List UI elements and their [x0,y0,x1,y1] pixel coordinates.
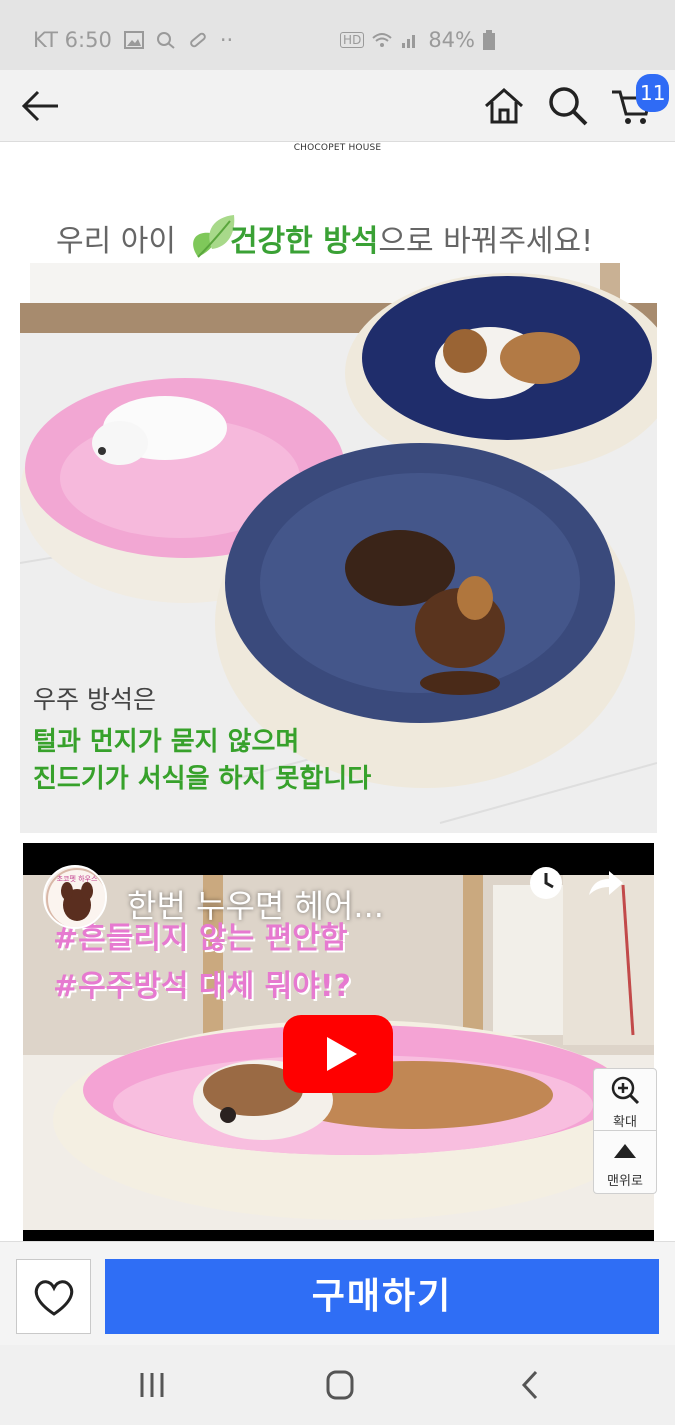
zoom-button[interactable]: 확대 [594,1069,656,1131]
watch-later-icon[interactable] [528,865,564,901]
channel-avatar[interactable]: 초코펫 하우스 [43,865,107,929]
wishlist-button[interactable] [16,1259,91,1334]
headline: 우리 아이 건강한 방석 으로 바꿔주세요! [56,213,593,263]
youtube-video-embed[interactable]: #흔들리지 않는 편안함 #우주방석 대체 뭐야!? 초코펫 하우스 한번 누우… [23,843,654,1241]
bottom-action-bar: 구매하기 [0,1241,675,1345]
more-notifications-dots: ·· [219,28,234,52]
scroll-to-top-button[interactable]: 맨위로 [594,1132,656,1194]
share-icon[interactable] [585,865,625,901]
pill-icon [189,32,206,48]
arrow-up-icon [614,1144,636,1158]
buy-button[interactable]: 구매하기 [105,1259,659,1334]
top-app-bar [0,70,675,142]
floating-side-tool: 확대 맨위로 [593,1068,657,1194]
system-nav-bar [0,1345,675,1425]
recent-apps-icon[interactable] [132,1367,172,1403]
overlay-line-1: 털과 먼지가 묻지 않으며 [33,727,300,757]
search-notification-icon [156,32,175,49]
signal-icon [402,35,416,48]
channel-name-text: 초코펫 하우스 [57,874,98,883]
product-detail-content: CHOCOPET HOUSE 우리 아이 건강한 방석 으로 바꿔주세요! 우주… [0,143,675,1241]
back-arrow-icon[interactable] [18,84,62,128]
zoom-label: 확대 [613,1115,637,1130]
video-title: 한번 누우면 헤어... [127,887,384,925]
wifi-icon [372,33,392,47]
overlay-intro-text: 우주 방석은 [33,685,156,714]
back-nav-icon[interactable] [510,1367,550,1403]
search-icon[interactable] [546,84,590,128]
heart-icon [34,1280,74,1316]
scroll-to-top-label: 맨위로 [607,1174,643,1189]
video-tag-2: #우주방석 대체 뭐야!? [53,969,351,1004]
youtube-play-button[interactable] [283,1015,393,1093]
carrier-time: KT 6:50 [33,28,112,52]
overlay-line-2: 진드기가 서식을 하지 못합니다 [33,764,372,794]
headline-highlight: 건강한 방석 [229,224,379,259]
cart-count-badge: 11 [636,74,670,112]
home-icon[interactable] [482,84,526,128]
battery-percent: 84% [428,28,475,52]
headline-prefix: 우리 아이 [56,224,176,259]
zoom-in-icon [611,1076,640,1105]
headline-suffix: 으로 바꿔주세요! [378,224,594,259]
gallery-icon [123,31,144,49]
battery-icon [483,30,495,50]
home-nav-icon[interactable] [320,1367,360,1403]
brand-caption: CHOCOPET HOUSE [293,143,382,153]
status-bar: KT 6:50 ·· HD 84% [0,0,675,70]
hd-badge: HD [340,32,365,48]
